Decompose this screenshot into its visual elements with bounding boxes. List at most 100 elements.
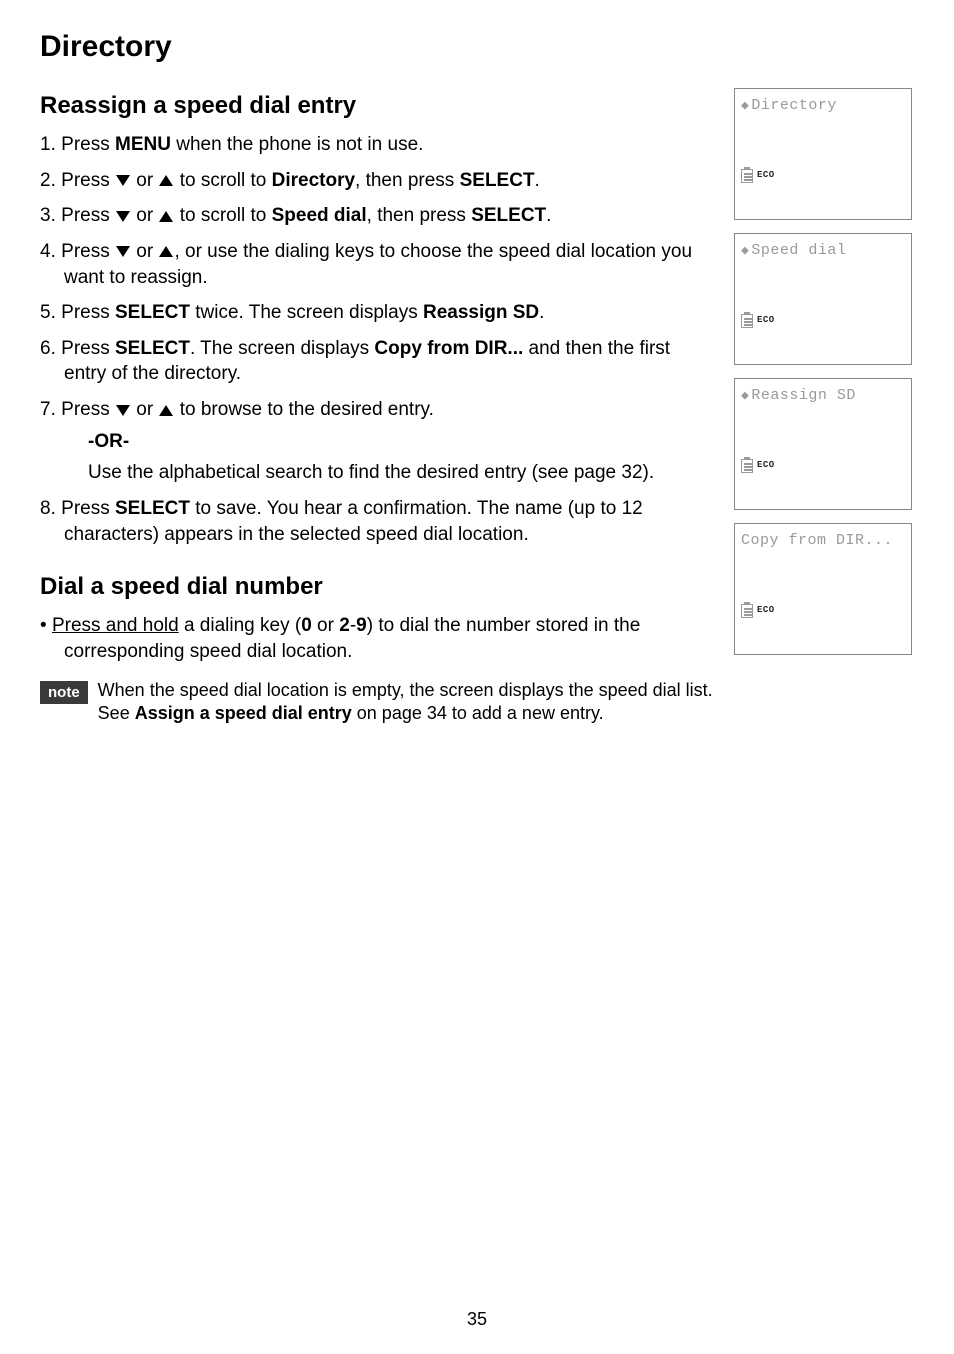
- scroll-indicator-icon: ◆: [741, 389, 749, 402]
- step8-text-a: Press: [61, 498, 115, 519]
- step2-text-b: or: [131, 170, 158, 191]
- lcd-screen-copy-from-dir: Copy from DIR... ECO: [734, 523, 912, 655]
- page-title: Directory: [40, 30, 914, 64]
- up-arrow-icon: [159, 405, 173, 416]
- step6-text-a: Press: [61, 338, 115, 359]
- select-label: SELECT: [460, 170, 535, 191]
- up-arrow-icon: [159, 246, 173, 257]
- lcd-status-row: ECO: [741, 457, 775, 473]
- note-line2a: See: [98, 703, 135, 723]
- select-label: SELECT: [471, 205, 546, 226]
- note-block: note When the speed dial location is emp…: [40, 679, 716, 726]
- lcd-text: Reassign SD: [751, 387, 856, 404]
- speed-dial-label: Speed dial: [272, 205, 367, 226]
- step-8: Press SELECT to save. You hear a confirm…: [40, 496, 716, 547]
- lcd-line1: ◆Directory: [741, 97, 905, 114]
- select-label: SELECT: [115, 338, 190, 359]
- copy-from-dir-label: Copy from DIR...: [374, 338, 523, 359]
- step2-text-d: , then press: [355, 170, 460, 191]
- lcd-text: Speed dial: [751, 242, 846, 259]
- step3-text-e: .: [546, 205, 551, 226]
- step4-text-b: or: [131, 241, 158, 262]
- select-label: SELECT: [115, 302, 190, 323]
- two-label: 2: [339, 615, 350, 636]
- step7-text-c: to browse to the desired entry.: [174, 399, 433, 420]
- step6-text-b: . The screen displays: [190, 338, 374, 359]
- up-arrow-icon: [159, 211, 173, 222]
- down-arrow-icon: [116, 246, 130, 257]
- note-badge: note: [40, 681, 88, 704]
- directory-label: Directory: [272, 170, 355, 191]
- nine-label: 9: [356, 615, 367, 636]
- eco-label: ECO: [757, 460, 775, 470]
- lcd-screen-reassign-sd: ◆Reassign SD ECO: [734, 378, 912, 510]
- step5-text-b: twice. The screen displays: [190, 302, 423, 323]
- battery-icon: [741, 167, 753, 183]
- lcd-text: Directory: [751, 97, 837, 114]
- lcd-status-row: ECO: [741, 167, 775, 183]
- step1-text-a: Press: [61, 134, 115, 155]
- lcd-line1: ◆Speed dial: [741, 242, 905, 259]
- step5-text-c: .: [539, 302, 544, 323]
- content-row: Reassign a speed dial entry Press MENU w…: [40, 84, 914, 725]
- lcd-screen-speed-dial: ◆Speed dial ECO: [734, 233, 912, 365]
- bullet-text-c: or: [312, 615, 339, 636]
- step5-text-a: Press: [61, 302, 115, 323]
- step2-text-e: .: [535, 170, 540, 191]
- alpha-search-text: Use the alphabetical search to find the …: [88, 460, 716, 486]
- step3-text-b: or: [131, 205, 158, 226]
- lcd-screen-directory: ◆Directory ECO: [734, 88, 912, 220]
- left-column: Reassign a speed dial entry Press MENU w…: [40, 84, 716, 725]
- dial-bullets: Press and hold a dialing key (0 or 2-9) …: [40, 613, 716, 664]
- down-arrow-icon: [116, 175, 130, 186]
- lcd-status-row: ECO: [741, 312, 775, 328]
- step3-text-d: , then press: [367, 205, 472, 226]
- note-line2b: on page 34 to add a new entry.: [352, 703, 604, 723]
- zero-label: 0: [301, 615, 312, 636]
- lcd-line1: Copy from DIR...: [741, 532, 905, 549]
- or-label: -OR-: [88, 429, 716, 455]
- assign-speed-dial-label: Assign a speed dial entry: [135, 703, 352, 723]
- step2-text-a: Press: [61, 170, 115, 191]
- step-5: Press SELECT twice. The screen displays …: [40, 300, 716, 326]
- eco-label: ECO: [757, 170, 775, 180]
- reassign-sd-label: Reassign SD: [423, 302, 539, 323]
- right-column: ◆Directory ECO ◆Speed dial ECO ◆Reassign…: [734, 84, 914, 668]
- step7-text-b: or: [131, 399, 158, 420]
- scroll-indicator-icon: ◆: [741, 99, 749, 112]
- eco-label: ECO: [757, 315, 775, 325]
- press-and-hold: Press and hold: [52, 615, 179, 636]
- eco-label: ECO: [757, 605, 775, 615]
- step-6: Press SELECT. The screen displays Copy f…: [40, 336, 716, 387]
- scroll-indicator-icon: ◆: [741, 244, 749, 257]
- step3-text-a: Press: [61, 205, 115, 226]
- menu-label: MENU: [115, 134, 171, 155]
- lcd-line1: ◆Reassign SD: [741, 387, 905, 404]
- step-7: Press or to browse to the desired entry.…: [40, 397, 716, 486]
- bullet-text-b: a dialing key (: [179, 615, 302, 636]
- step-3: Press or to scroll to Speed dial, then p…: [40, 203, 716, 229]
- step-2: Press or to scroll to Directory, then pr…: [40, 168, 716, 194]
- step-1: Press MENU when the phone is not in use.: [40, 132, 716, 158]
- battery-icon: [741, 457, 753, 473]
- battery-icon: [741, 312, 753, 328]
- down-arrow-icon: [116, 211, 130, 222]
- lcd-text: Copy from DIR...: [741, 532, 893, 549]
- step7-text-a: Press: [61, 399, 115, 420]
- battery-icon: [741, 602, 753, 618]
- reassign-steps: Press MENU when the phone is not in use.…: [40, 132, 716, 547]
- section-dial-title: Dial a speed dial number: [40, 573, 716, 601]
- step-4: Press or , or use the dialing keys to ch…: [40, 239, 716, 290]
- dial-bullet-1: Press and hold a dialing key (0 or 2-9) …: [40, 613, 716, 664]
- page-number: 35: [0, 1309, 954, 1330]
- down-arrow-icon: [116, 405, 130, 416]
- up-arrow-icon: [159, 175, 173, 186]
- section-reassign-title: Reassign a speed dial entry: [40, 92, 716, 120]
- select-label: SELECT: [115, 498, 190, 519]
- step3-text-c: to scroll to: [174, 205, 271, 226]
- step2-text-c: to scroll to: [174, 170, 271, 191]
- step1-text-b: when the phone is not in use.: [171, 134, 423, 155]
- step4-text-a: Press: [61, 241, 115, 262]
- note-line1: When the speed dial location is empty, t…: [98, 680, 713, 700]
- lcd-status-row: ECO: [741, 602, 775, 618]
